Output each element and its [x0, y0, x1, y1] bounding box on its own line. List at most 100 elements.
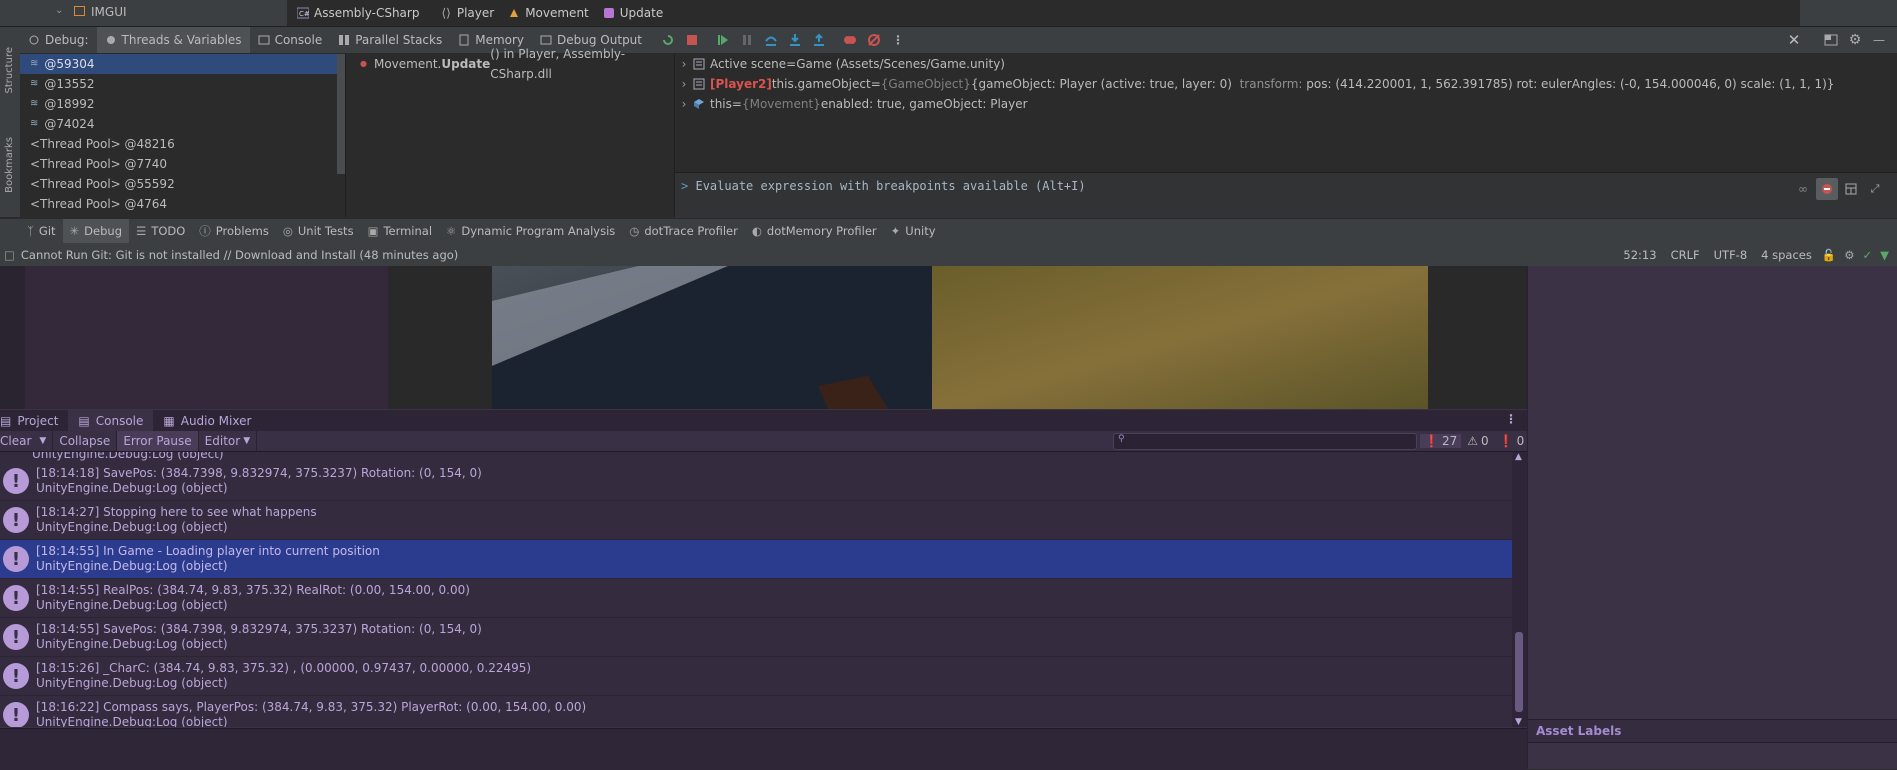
no-entry-icon[interactable] [1816, 178, 1838, 200]
thread-item[interactable]: ≋ @13552 [20, 74, 345, 94]
debugger-icon[interactable]: ⚙ [1844, 248, 1854, 262]
file-encoding[interactable]: UTF-8 [1714, 248, 1748, 262]
toolwindow-dpa[interactable]: ⚛ Dynamic Program Analysis [439, 219, 622, 243]
list-item[interactable]: ! [18:14:55] RealPos: (384.74, 9.83, 375.… [0, 579, 1512, 618]
tab-console[interactable]: ▤ Console [68, 410, 154, 431]
console-search-input[interactable]: ⚲ [1113, 433, 1417, 450]
notifications-icon[interactable]: ▼ [1880, 248, 1889, 262]
chevron-right-icon[interactable]: › [675, 57, 693, 71]
close-icon[interactable]: ✕ [1783, 29, 1805, 51]
list-item[interactable]: ! [18:14:55] In Game - Loading player int… [0, 540, 1512, 579]
tab-audio-mixer[interactable]: ▦ Audio Mixer [153, 410, 261, 431]
list-item[interactable]: ! [18:14:27] Stopping here to see what ha… [0, 501, 1512, 540]
layout-icon[interactable] [1820, 29, 1842, 51]
cursor-position[interactable]: 52:13 [1623, 248, 1656, 262]
thread-item[interactable]: ≋ @59304 [20, 54, 345, 74]
toolwindow-todo[interactable]: ☰ TODO [129, 219, 192, 243]
thread-item[interactable]: <Thread Pool> @7740 [20, 154, 345, 174]
toolwindow-dottrace[interactable]: ◷ dotTrace Profiler [622, 219, 745, 243]
resume-button[interactable] [712, 29, 734, 51]
scroll-down-icon[interactable]: ▼ [1515, 717, 1522, 727]
console-scrollbar[interactable]: ▲ ▼ [1512, 452, 1527, 727]
chevron-down-icon[interactable]: ⌄ [55, 5, 63, 16]
chevron-right-icon[interactable]: › [675, 97, 693, 111]
list-item[interactable]: ! [18:14:55] SavePos: (384.7398, 9.832974… [0, 618, 1512, 657]
scroll-up-icon[interactable]: ▲ [1515, 452, 1522, 462]
chevron-right-icon[interactable]: › [675, 77, 693, 91]
tab-label: Threads & Variables [121, 33, 242, 47]
breadcrumb-assembly[interactable]: C# Assembly-CSharp [297, 6, 419, 20]
info-count-toggle[interactable]: ❗ 27 [1420, 434, 1462, 448]
toolwindow-terminal[interactable]: ▣ Terminal [361, 219, 439, 243]
thread-item[interactable]: ≋ @18992 [20, 94, 345, 114]
tree-item-imgui: IMGUI [91, 5, 127, 19]
toolwindow-label: Git [38, 224, 56, 238]
indent-setting[interactable]: 4 spaces [1761, 248, 1812, 262]
list-item[interactable]: ! [18:14:18] SavePos: (384.7398, 9.832974… [0, 462, 1512, 501]
step-out-button[interactable] [808, 29, 830, 51]
glasses-icon[interactable]: ∞ [1792, 178, 1814, 200]
variable-row[interactable]: › Active scene = Game (Assets/Scenes/Gam… [675, 54, 1897, 74]
toolwindow-problems[interactable]: ⓘ Problems [192, 219, 276, 243]
evaluate-input[interactable]: > Evaluate expression with breakpoints a… [681, 179, 1086, 193]
toolwindow-debug[interactable]: ✳ Debug [62, 219, 129, 243]
list-item[interactable]: UnityEngine.Debug:Log (object) [0, 452, 1512, 462]
pause-button[interactable] [736, 29, 758, 51]
status-message[interactable]: Cannot Run Git: Git is not installed // … [21, 248, 458, 262]
threads-scrollbar[interactable] [337, 54, 345, 174]
editor-dropdown[interactable]: Editor ▼ [199, 431, 258, 451]
step-into-button[interactable] [784, 29, 806, 51]
breadcrumb-update[interactable]: Update [603, 6, 663, 20]
view-breakpoints-button[interactable] [839, 29, 861, 51]
breadcrumb-player[interactable]: ⟨⟩ Player [441, 6, 494, 20]
toolwindow-dotmemory[interactable]: ◐ dotMemory Profiler [745, 219, 884, 243]
thread-item[interactable]: <Thread Pool> @48216 [20, 134, 345, 154]
more-options-icon[interactable]: ⋮ [887, 29, 909, 51]
collapse-button[interactable]: Collapse [53, 431, 118, 451]
thread-item[interactable]: ≋ @74024 [20, 114, 345, 134]
dropdown-arrow-icon[interactable]: ▼ [39, 436, 46, 446]
line-separator[interactable]: CRLF [1671, 248, 1700, 262]
structure-tab[interactable]: Structure [4, 47, 15, 97]
warn-count-toggle[interactable]: ⚠ 0 [1463, 434, 1492, 448]
info-bang-icon: ❗ [1424, 434, 1439, 448]
error-pause-button[interactable]: Error Pause [117, 431, 199, 451]
stop-button[interactable] [681, 29, 703, 51]
list-item[interactable]: ! [18:15:26] _CharC: (384.74, 9.83, 375.3… [0, 657, 1512, 696]
thread-label: @13552 [44, 77, 95, 91]
bookmarks-tab[interactable]: Bookmarks [4, 137, 15, 196]
calculator-icon[interactable] [1840, 178, 1862, 200]
more-options-icon[interactable]: ⋮ [1505, 412, 1517, 426]
gear-icon[interactable]: ⚙ [1844, 29, 1866, 51]
panel-toggle-icon[interactable]: □ [4, 248, 15, 262]
thread-item[interactable]: <Thread Pool> @55592 [20, 174, 345, 194]
thread-item[interactable]: <Thread Pool> @4764 [20, 194, 345, 214]
clear-button[interactable]: Clear ▼ [0, 431, 54, 451]
tab-threads-variables[interactable]: Threads & Variables [96, 27, 250, 53]
toolwindow-unit-tests[interactable]: ◎ Unit Tests [276, 219, 361, 243]
variable-row[interactable]: › [Player2] this.gameObject = {GameObjec… [675, 74, 1897, 94]
collapse-icon[interactable]: ⤢ [1864, 178, 1886, 200]
lock-icon[interactable]: 🔓 [1822, 248, 1836, 262]
tab-console[interactable]: Console [250, 27, 331, 53]
toolwindow-unity[interactable]: ✦ Unity [884, 219, 943, 243]
toolwindow-git[interactable]: ᛉ Git [20, 219, 63, 243]
game-view[interactable] [388, 266, 1526, 409]
tab-project[interactable]: ▤ Project [0, 410, 68, 431]
toolwindow-label: Unity [905, 224, 936, 238]
minimize-icon[interactable]: — [1868, 29, 1890, 51]
check-icon[interactable]: ✓ [1863, 248, 1873, 262]
stacks-icon [338, 34, 350, 46]
project-tree-row[interactable]: ⌄ IMGUI [0, 0, 287, 26]
tab-parallel-stacks[interactable]: Parallel Stacks [330, 27, 450, 53]
scrollbar-thumb[interactable] [1515, 632, 1523, 712]
variable-row[interactable]: › this = {Movement} enabled: true, gameO… [675, 94, 1897, 114]
asset-labels-section[interactable]: Asset Labels [1528, 719, 1897, 743]
breadcrumb-movement[interactable]: Movement [508, 6, 589, 20]
list-item[interactable]: ! [18:16:22] Compass says, PlayerPos: (38… [0, 696, 1512, 727]
step-over-button[interactable] [760, 29, 782, 51]
console-tabs: ▤ Project ▤ Console ▦ Audio Mixer ⋮ [0, 410, 1527, 432]
frame-item[interactable]: ● Movement. Update() in Player, Assembly-… [346, 47, 674, 81]
error-count-toggle[interactable]: ❗ 0 [1495, 434, 1529, 448]
mute-breakpoints-button[interactable] [863, 29, 885, 51]
